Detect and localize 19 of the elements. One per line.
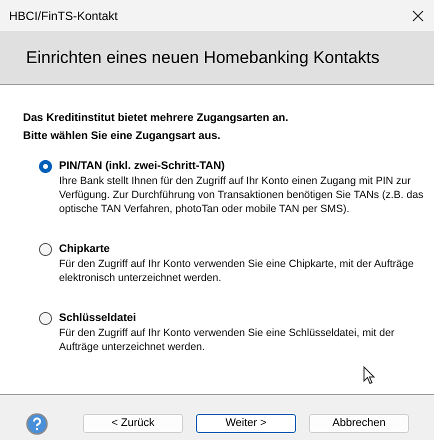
header-title: Einrichten eines neuen Homebanking Kontakts [26, 46, 380, 69]
dialog-button[interactable]: < Zurück [83, 414, 183, 433]
radio-button[interactable] [39, 243, 52, 256]
window-title: HBCI/FinTS-Kontakt [9, 8, 118, 24]
option-description: Ihre Bank stellt Ihnen für den Zugriff auf Ihr Konto einen Zugang mit PIN zur Verfügung. Zur Durchführung von Transaktionen benötigen Sie TANs (z.B. das optische TAN Verfahren, photoTan oder mobile TAN per SMS). [59, 174, 424, 216]
intro-text: Bitte wählen Sie eine Zugangsart aus. [23, 129, 222, 144]
option-label[interactable]: PIN/TAN (inkl. zwei-Schritt-TAN) [59, 159, 424, 173]
cursor-icon [363, 366, 375, 385]
option-description: Für den Zugriff auf Ihr Konto verwenden Sie eine Chipkarte, mit der Aufträge elektronisch unterzeichnet werden. [59, 257, 415, 285]
intro-text: Das Kreditinstitut bietet mehrere Zugangsarten an. [23, 111, 290, 126]
dialog-button[interactable]: Weiter > [196, 414, 296, 433]
option-description: Für den Zugriff auf Ihr Konto verwenden Sie eine Schlüsseldatei, mit der Aufträge unterzeichnet werden. [59, 326, 396, 354]
option-label[interactable]: Schlüsseldatei [59, 311, 424, 325]
help-icon[interactable] [26, 412, 48, 434]
radio-button[interactable] [39, 312, 52, 325]
close-icon[interactable] [412, 10, 424, 22]
option-label[interactable]: Chipkarte [59, 242, 424, 256]
dialog-button[interactable]: Abbrechen [309, 414, 409, 433]
radio-button[interactable] [39, 160, 52, 173]
